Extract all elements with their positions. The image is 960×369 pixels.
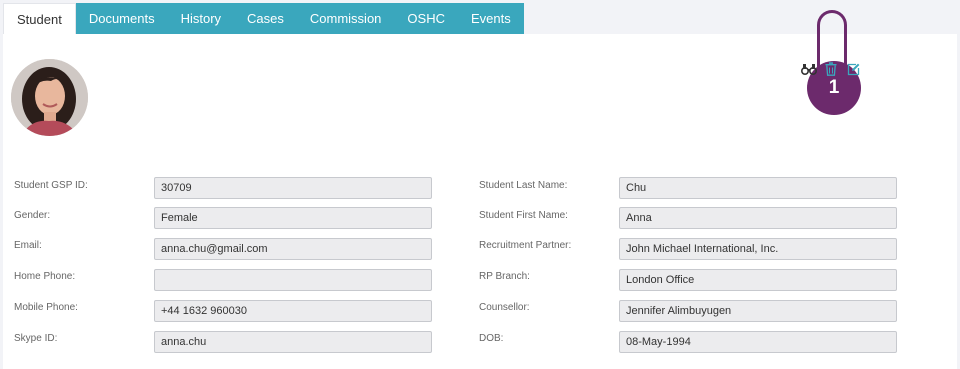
rp-branch-field[interactable]: London Office (619, 269, 897, 291)
recruitment-partner-label: Recruitment Partner: (479, 240, 572, 251)
tab-commission[interactable]: Commission (296, 3, 395, 34)
mobile-phone-field[interactable]: +44 1632 960030 (154, 300, 432, 322)
avatar (11, 59, 88, 136)
student-last-name-field[interactable]: Chu (619, 177, 897, 199)
trash-icon[interactable] (822, 60, 840, 78)
tab-cases[interactable]: Cases (234, 3, 297, 34)
tab-history[interactable]: History (167, 3, 235, 34)
counsellor-field[interactable]: Jennifer Alimbuyugen (619, 300, 897, 322)
skype-id-label: Skype ID: (14, 333, 58, 344)
student-first-name-field[interactable]: Anna (619, 207, 897, 229)
email-label: Email: (14, 240, 42, 251)
tab-documents[interactable]: Documents (75, 3, 168, 34)
student-last-name-label: Student Last Name: (479, 180, 568, 191)
home-phone-label: Home Phone: (14, 271, 76, 282)
email-field[interactable]: anna.chu@gmail.com (154, 238, 432, 260)
student-gsp-id-label: Student GSP ID: (14, 180, 88, 191)
tab-bar: Student Documents History Cases Commissi… (3, 3, 524, 35)
student-first-name-label: Student First Name: (479, 210, 568, 221)
dob-field[interactable]: 08-May-1994 (619, 331, 897, 353)
gender-field[interactable]: Female (154, 207, 432, 229)
home-phone-field[interactable] (154, 269, 432, 291)
skype-id-field[interactable]: anna.chu (154, 331, 432, 353)
gender-label: Gender: (14, 210, 51, 221)
student-gsp-id-field[interactable]: 30709 (154, 177, 432, 199)
mobile-phone-label: Mobile Phone: (14, 302, 78, 313)
tab-events[interactable]: Events (457, 3, 524, 34)
binoculars-icon[interactable] (800, 60, 818, 78)
rp-branch-label: RP Branch: (479, 271, 530, 282)
recruitment-partner-field[interactable]: John Michael International, Inc. (619, 238, 897, 260)
dob-label: DOB: (479, 333, 504, 344)
counsellor-label: Counsellor: (479, 302, 530, 313)
edit-icon[interactable] (844, 60, 862, 78)
tab-oshc[interactable]: OSHC (394, 3, 458, 34)
tab-student[interactable]: Student (3, 3, 76, 35)
record-actions (800, 60, 862, 78)
